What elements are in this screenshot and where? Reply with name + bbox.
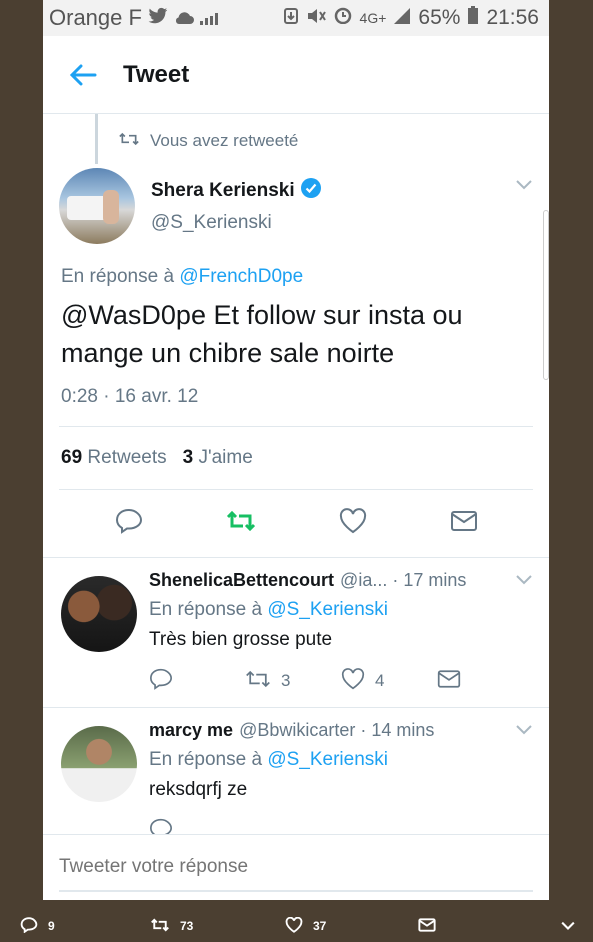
like-heart-icon[interactable] (339, 508, 367, 539)
retweet-context: Vous avez retweeté (43, 114, 549, 168)
reply-prefix: En réponse à (61, 266, 175, 287)
retweet-count: 3 (281, 671, 291, 690)
download-icon (283, 6, 298, 30)
reply-prefix: En réponse à (149, 749, 263, 770)
reply-header: marcy me @Bbwikicarter · 14 mins (149, 720, 533, 741)
reply-to-link[interactable]: @S_Kerienski (267, 749, 388, 770)
tweet-actions (43, 490, 549, 558)
bottom-retweet[interactable]: 73 (150, 918, 193, 935)
reply-avatar[interactable] (61, 726, 137, 802)
reply-header: ShenelicaBettencourt @ia... · 17 mins (149, 570, 533, 591)
signal-bars-icon (199, 5, 218, 31)
reply-action[interactable] (149, 668, 245, 695)
bottom-likes-count: 37 (313, 919, 327, 933)
reply-avatar[interactable] (61, 576, 137, 652)
chevron-down-icon[interactable] (515, 720, 533, 741)
reply-icon[interactable] (115, 508, 143, 539)
reply-icon[interactable] (20, 916, 38, 936)
network-type: 4G+ (359, 10, 387, 26)
reply-text: Très bien grosse pute (149, 629, 333, 650)
avatar-person-shape (103, 190, 119, 224)
carrier-label: Orange F (49, 5, 142, 30)
tweet-text: @WasD0pe Et follow sur insta ou mange un… (61, 300, 463, 368)
reply-text: reksdqrfj ze (149, 779, 248, 800)
author-name: Shera Kerienski (151, 180, 295, 201)
author-avatar[interactable] (59, 168, 135, 244)
reply-handle-time: @ia... · 17 mins (340, 570, 467, 590)
retweeted-label: Vous avez retweeté (150, 131, 299, 150)
likes-label: J'aime (198, 447, 253, 468)
reply-author-name: ShenelicaBettencourt (149, 570, 335, 590)
author-handle: @S_Kerienski (151, 212, 272, 233)
bottom-retweets-count: 73 (180, 919, 194, 933)
retweets-label: Retweets (87, 447, 167, 468)
tweet-timestamp: 0:28 · 16 avr. 12 (61, 386, 199, 407)
clock-time: 21:56 (486, 6, 539, 29)
bottom-replies-count: 9 (48, 919, 55, 933)
reply-compose-input[interactable] (59, 844, 533, 892)
like-heart-icon[interactable] (341, 667, 365, 695)
like-heart-icon[interactable] (285, 916, 303, 936)
like-count: 4 (375, 671, 385, 690)
reply-context: En réponse à @S_Kerienski (149, 749, 533, 771)
verified-badge-icon (300, 178, 321, 204)
chevron-down-icon[interactable] (515, 178, 533, 196)
page-title: Tweet (123, 60, 190, 88)
alarm-icon (334, 6, 352, 30)
retweet-icon[interactable] (245, 669, 271, 694)
reply-author-name: marcy me (149, 720, 234, 740)
reply-to-link[interactable]: @FrenchD0pe (179, 266, 303, 287)
reply-icon[interactable] (149, 668, 173, 695)
retweet-icon[interactable] (226, 510, 256, 537)
message-envelope-icon[interactable] (437, 669, 461, 694)
author-name-row: Shera Kerienski (151, 178, 321, 204)
top-app-bar: Tweet (43, 36, 549, 114)
chevron-down-icon[interactable] (515, 570, 533, 591)
reply-composer (43, 834, 549, 900)
message-action[interactable] (437, 669, 533, 694)
status-bar: Orange F 4G+ 65% 21:56 (43, 0, 549, 36)
bottom-reply[interactable]: 9 (20, 916, 55, 936)
cloud-icon (174, 5, 194, 31)
reply-context: En réponse à @FrenchD0pe (43, 252, 549, 288)
retweet-action[interactable]: 3 (245, 669, 341, 694)
twitter-bird-icon (148, 5, 168, 31)
scrollbar[interactable] (543, 210, 549, 380)
embedded-tweet-action-bar: 9 73 37 (0, 910, 593, 942)
phone-screen: Orange F 4G+ 65% 21:56 Tweet Vous avez r… (43, 0, 549, 900)
chevron-down-icon[interactable] (560, 921, 576, 931)
bottom-like[interactable]: 37 (285, 916, 327, 936)
back-arrow-icon[interactable] (43, 64, 123, 86)
cell-signal-icon (394, 6, 411, 30)
thread-connector (95, 114, 98, 164)
reply-tweet[interactable]: ShenelicaBettencourt @ia... · 17 mins En… (43, 558, 549, 708)
reply-handle-time: @Bbwikicarter · 14 mins (239, 720, 435, 740)
bottom-message[interactable] (418, 917, 436, 935)
retweet-icon[interactable] (150, 918, 170, 935)
battery-percent: 65% (418, 6, 461, 29)
mute-icon (306, 6, 326, 30)
likes-count: 3 (182, 447, 194, 468)
reply-actions: 3 4 (149, 655, 533, 707)
message-envelope-icon[interactable] (418, 917, 436, 935)
likes-stat[interactable]: 3 J'aime (183, 447, 253, 469)
tweet-author[interactable]: Shera Kerienski @S_Kerienski (43, 168, 549, 252)
battery-icon (468, 6, 479, 30)
retweet-small-icon (119, 131, 139, 151)
reply-prefix: En réponse à (149, 599, 263, 620)
retweets-count: 69 (61, 447, 83, 468)
retweets-stat[interactable]: 69 Retweets (61, 447, 167, 469)
reply-to-link[interactable]: @S_Kerienski (267, 599, 388, 620)
message-envelope-icon[interactable] (450, 510, 478, 537)
tweet-stats: 69 Retweets 3 J'aime (43, 427, 549, 489)
reply-context: En réponse à @S_Kerienski (149, 599, 533, 621)
like-action[interactable]: 4 (341, 667, 437, 695)
